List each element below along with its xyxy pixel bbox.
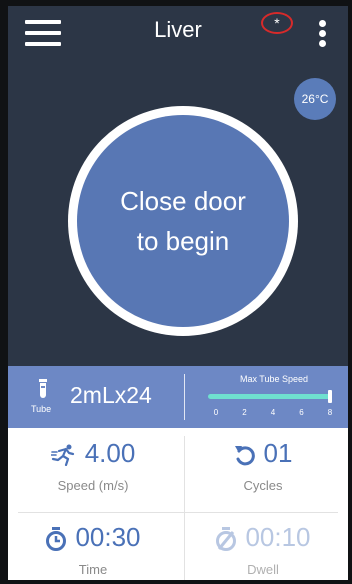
disabled-timer-icon — [216, 527, 237, 552]
page-title: Liver — [154, 17, 202, 42]
tube-settings-bar[interactable]: Tube 2mLx24 Max Tube Speed 0 2 4 6 8 — [8, 366, 348, 428]
max-tube-speed-title: Max Tube Speed — [239, 374, 309, 384]
tube-label: Tube — [31, 404, 52, 414]
time-value: 00:30 — [75, 522, 141, 552]
cycles-value: 01 — [263, 438, 293, 468]
time-value-row: 00:30 — [8, 522, 178, 553]
speed-value: 4.00 — [84, 438, 136, 468]
dwell-setting[interactable]: 00:10 Dwell — [178, 512, 348, 580]
speed-label: Speed (m/s) — [57, 478, 129, 493]
max-tube-speed-slider[interactable] — [200, 390, 346, 404]
door-message-line2: to begin — [136, 226, 230, 256]
slider-tick-label: 6 — [299, 408, 304, 417]
slider-tick-label: 2 — [242, 408, 247, 417]
speed-setting[interactable]: 4.00 Speed (m/s) — [8, 428, 178, 504]
start-button[interactable]: Close door to begin — [68, 106, 298, 336]
door-message-line1: Close door — [120, 186, 246, 216]
temperature-badge: 26°C — [294, 78, 336, 120]
door-message: Close door to begin — [77, 115, 289, 327]
speed-value-row: 4.00 — [8, 438, 178, 469]
more-options-icon[interactable] — [316, 20, 328, 48]
time-label: Time — [78, 562, 108, 577]
dwell-label: Dwell — [247, 562, 279, 577]
slider-track — [208, 394, 330, 399]
cycles-label: Cycles — [243, 478, 283, 493]
divider — [184, 374, 185, 420]
app-screen: Liver * 26°C Close door to begin Tube 2m… — [8, 6, 348, 580]
slider-ticks: 0 2 4 6 8 — [200, 408, 346, 420]
cycles-setting[interactable]: 01 Cycles — [178, 428, 348, 504]
time-setting[interactable]: 00:30 Time — [8, 512, 178, 580]
slider-tick-label: 4 — [270, 408, 276, 417]
slider-tick-label: 0 — [213, 408, 219, 417]
slider-thumb[interactable] — [328, 390, 332, 403]
cycles-value-row: 01 — [178, 438, 348, 469]
dwell-value: 00:10 — [245, 522, 311, 552]
dwell-value-row: 00:10 — [178, 522, 348, 553]
top-bar: Liver * — [8, 6, 348, 56]
slider-tick-label: 8 — [327, 408, 333, 417]
tube-icon — [39, 379, 47, 398]
repeat-icon — [234, 446, 255, 466]
runner-icon — [50, 444, 74, 467]
settings-panel: 4.00 Speed (m/s) 01 Cycles 00:30 Time 00… — [8, 428, 348, 580]
tube-size: 2mLx24 — [70, 382, 152, 408]
timer-icon — [46, 527, 67, 552]
status-indicator: * — [261, 12, 293, 34]
